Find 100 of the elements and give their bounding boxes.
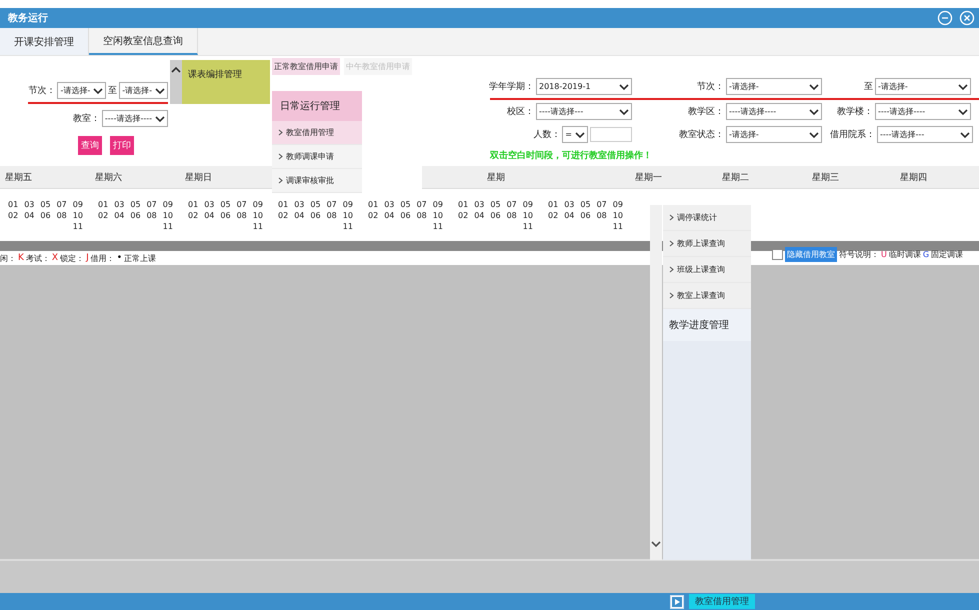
chevron-right-icon [669, 266, 674, 273]
field-label: 至 [108, 85, 118, 97]
scrollbar[interactable] [650, 205, 662, 560]
action-button[interactable]: 查询 [78, 136, 102, 155]
menu-item[interactable]: 教室借用管理 [272, 121, 362, 145]
select-field[interactable]: -请选择- [119, 82, 168, 99]
period-number: 05 [400, 198, 411, 210]
menu-header[interactable]: 教学进度管理 [663, 309, 751, 341]
period-number: 02 [98, 210, 108, 220]
legend-text: 闲： [0, 252, 16, 264]
select-field[interactable]: ----请选择--- [536, 103, 632, 120]
period-number: 03 [384, 198, 394, 210]
period-number: 11 [252, 220, 263, 232]
field-label: 节次： [697, 80, 724, 93]
subtab[interactable]: 正常教室借用申请 [272, 58, 340, 75]
period-number: 04 [474, 210, 484, 220]
chevron-down-icon [809, 108, 819, 116]
weekday-header: 星期六 [95, 172, 122, 184]
period-number: 05 [580, 198, 591, 210]
period-number: 10 [72, 210, 83, 220]
legend-text: 固定调课 [931, 249, 964, 260]
play-icon[interactable] [670, 594, 684, 608]
menu-item[interactable]: 教师上课查询 [663, 231, 751, 257]
legend-text: 借用： [90, 252, 115, 264]
period-number: 05 [130, 198, 141, 210]
field-label: 校区： [507, 106, 534, 118]
action-button[interactable]: 打印 [110, 136, 134, 155]
legend-text: 锁定： [60, 252, 84, 264]
period-number: 10 [342, 210, 353, 220]
select-field[interactable]: -请选择- [726, 126, 822, 143]
period-number: 07 [596, 198, 607, 210]
chevron-down-icon [619, 108, 629, 116]
period-number: 09 [342, 198, 353, 210]
legend-symbol: X [52, 252, 58, 264]
period-number: 06 [400, 210, 411, 220]
select-field[interactable]: -请选择- [57, 82, 106, 99]
select-field[interactable]: ----请选择--- [877, 126, 973, 143]
period-number: 03 [294, 198, 304, 210]
select-field[interactable]: ----请选择---- [875, 103, 971, 120]
weekday-header: 星期三 [812, 172, 839, 184]
select-field[interactable]: -请选择- [726, 78, 822, 95]
period-number: 11 [342, 220, 353, 232]
tab[interactable]: 空闲教室信息查询 [89, 28, 198, 55]
period-number: 03 [114, 198, 124, 210]
select-field[interactable]: -请选择- [875, 78, 971, 95]
legend-symbol: U [881, 250, 887, 259]
chevron-right-icon [669, 214, 674, 221]
tab[interactable]: 开课安排管理 [0, 28, 89, 55]
chevron-right-icon [278, 153, 283, 160]
menu-header[interactable]: 日常运行管理 [272, 91, 362, 121]
weekday-header: 星期日 [185, 172, 212, 184]
chevron-right-icon [669, 292, 674, 299]
select-field[interactable]: 2018-2019-1 [536, 78, 632, 95]
period-number: 04 [384, 210, 394, 220]
period-number: 02 [188, 210, 198, 220]
period-number: 09 [432, 198, 443, 210]
legend-symbol: K [18, 252, 24, 264]
minimize-icon[interactable] [937, 10, 953, 26]
period-number: 08 [326, 210, 337, 220]
select-field[interactable]: ----请选择---- [102, 110, 168, 127]
period-number: 11 [432, 220, 443, 232]
chevron-down-icon [960, 130, 970, 138]
period-number: 04 [114, 210, 124, 220]
chevron-down-icon [155, 114, 165, 122]
select-field[interactable]: ----请选择---- [726, 103, 822, 120]
period-number: 11 [162, 220, 173, 232]
chevron-down-icon [93, 86, 104, 94]
taskbar-tab[interactable]: 教室借用管理 [689, 594, 755, 609]
period-number: 10 [522, 210, 533, 220]
menu-item[interactable]: 教室上课查询 [663, 283, 751, 309]
hide-borrowed-button[interactable]: 隐藏借用教室 [785, 247, 837, 262]
period-number: 02 [458, 210, 468, 220]
period-number: 08 [146, 210, 157, 220]
field-label: 节次： [28, 84, 56, 97]
period-number: 11 [522, 220, 533, 232]
scroll-up-button[interactable] [170, 60, 182, 104]
period-number: 07 [56, 198, 67, 210]
period-number: 07 [506, 198, 517, 210]
period-number: 03 [24, 198, 34, 210]
period-number: 10 [162, 210, 173, 220]
period-number: 10 [612, 210, 623, 220]
select-field[interactable]: = [562, 126, 588, 143]
period-number: 07 [146, 198, 157, 210]
period-number: 09 [522, 198, 533, 210]
chevron-right-icon [278, 129, 283, 136]
menu-item[interactable]: 班级上课查询 [663, 257, 751, 283]
legend-text: 考试： [26, 252, 50, 264]
period-number: 07 [236, 198, 247, 210]
period-number: 05 [40, 198, 51, 210]
menu-item[interactable]: 课表编排管理 [182, 60, 242, 81]
menu-item[interactable]: 调停课统计 [663, 205, 751, 231]
chevron-down-icon [958, 82, 968, 90]
checkbox[interactable] [772, 249, 783, 260]
period-number: 01 [548, 198, 558, 210]
number-input[interactable] [590, 127, 632, 142]
field-label: 人数： [533, 128, 560, 141]
close-icon[interactable] [959, 10, 975, 26]
period-number: 07 [326, 198, 337, 210]
weekday-header: 星期一 [635, 172, 662, 184]
period-number: 09 [162, 198, 173, 210]
